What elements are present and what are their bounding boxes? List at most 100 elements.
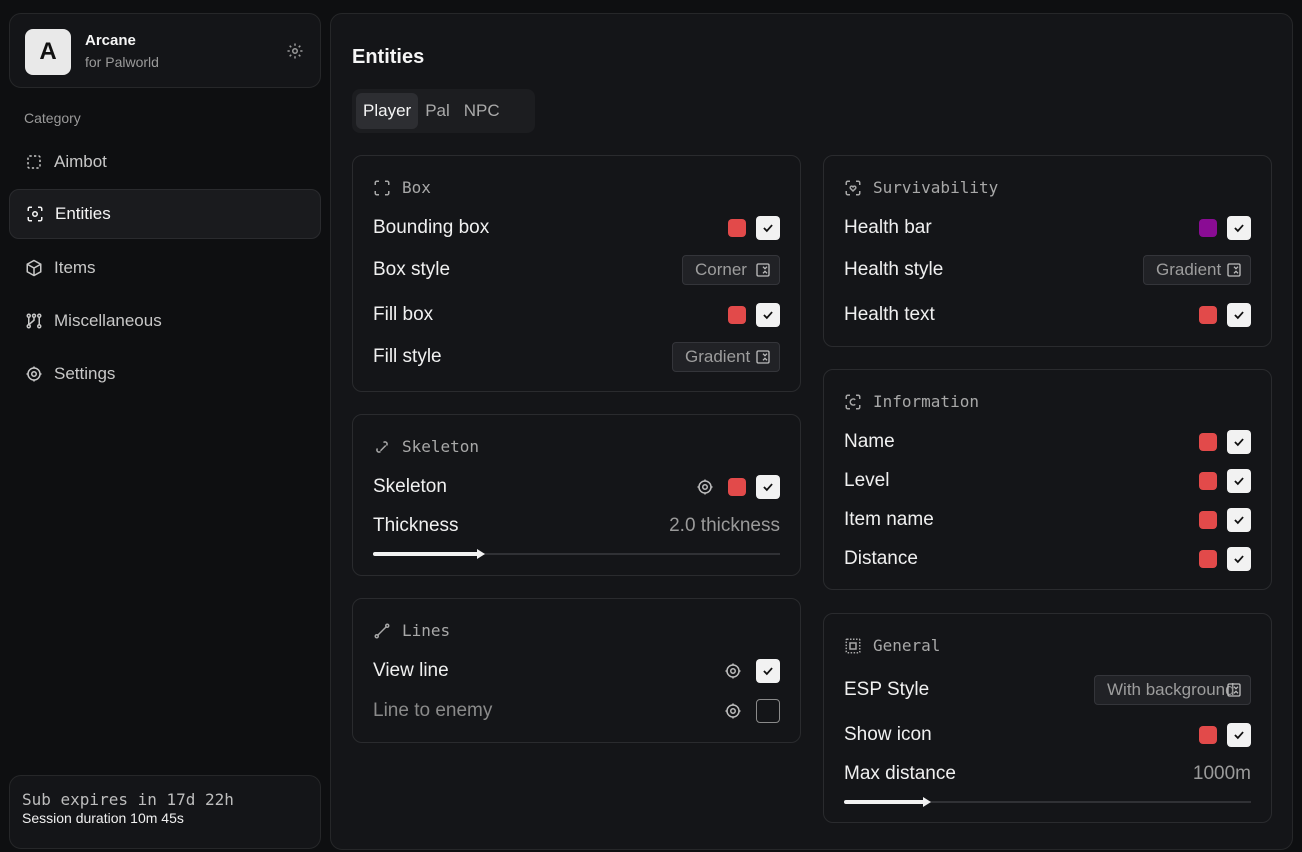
thickness-row: Thickness 2.0 thickness	[373, 512, 780, 540]
max-distance-slider[interactable]	[844, 797, 1251, 807]
color-swatch[interactable]	[1199, 550, 1217, 568]
color-swatch[interactable]	[1199, 433, 1217, 451]
row-label: Box style	[373, 259, 451, 280]
tab-npc[interactable]: NPC	[457, 93, 507, 129]
check-icon	[1234, 311, 1244, 320]
survivability-card: Survivability Health bar Health style Gr…	[823, 155, 1272, 347]
lines-card: Lines View line Line to enemy	[352, 598, 801, 743]
level-checkbox[interactable]	[1227, 469, 1251, 493]
slider-fill	[373, 552, 479, 556]
row-label: Line to enemy	[373, 700, 493, 721]
row-label: Level	[844, 470, 890, 491]
bounding-box-row: Bounding box	[373, 214, 780, 242]
health-style-select[interactable]: Gradient	[1143, 255, 1251, 285]
subscription-status: Sub expires in 17d 22h	[22, 790, 234, 809]
name-checkbox[interactable]	[1227, 430, 1251, 454]
distance-checkbox[interactable]	[1227, 547, 1251, 571]
sidebar-item-items[interactable]: Items	[9, 243, 321, 293]
card-title: Survivability	[844, 178, 998, 197]
gear-icon[interactable]	[724, 662, 742, 680]
sidebar-item-aimbot[interactable]: Aimbot	[9, 137, 321, 187]
box-cube-icon	[26, 259, 42, 277]
card-title: Box	[373, 178, 431, 197]
health-style-row: Health style Gradient	[844, 255, 1251, 285]
box-card: Box Bounding box Box style Corner Fill b…	[352, 155, 801, 392]
color-swatch[interactable]	[728, 306, 746, 324]
session-duration: Session duration 10m 45s	[22, 810, 184, 826]
skeleton-card: Skeleton Skeleton Thickness 2.0 thicknes…	[352, 414, 801, 576]
row-label: Health bar	[844, 217, 932, 238]
sidebar-item-settings[interactable]: Settings	[9, 349, 321, 399]
color-swatch[interactable]	[728, 219, 746, 237]
color-swatch[interactable]	[1199, 511, 1217, 529]
box-style-select[interactable]: Corner	[682, 255, 780, 285]
entities-scan-icon	[27, 206, 43, 222]
view-line-checkbox[interactable]	[756, 659, 780, 683]
skeleton-checkbox[interactable]	[756, 475, 780, 499]
line-to-enemy-row: Line to enemy	[373, 697, 780, 725]
color-swatch[interactable]	[1199, 306, 1217, 324]
app-logo: A	[25, 29, 71, 75]
category-label: Category	[24, 110, 81, 126]
general-card: General ESP Style With background Show i…	[823, 613, 1272, 823]
item-name-row: Item name	[844, 506, 1251, 534]
show-icon-checkbox[interactable]	[1227, 723, 1251, 747]
tab-player[interactable]: Player	[356, 93, 419, 129]
app-name: Arcane	[85, 32, 136, 49]
fill-style-select[interactable]: Gradient	[672, 342, 780, 372]
select-arrows-icon	[756, 350, 770, 364]
select-arrows-icon	[756, 263, 770, 277]
fill-box-checkbox[interactable]	[756, 303, 780, 327]
row-label: Thickness	[373, 515, 459, 536]
sidebar-item-miscellaneous[interactable]: Miscellaneous	[9, 296, 321, 346]
health-text-checkbox[interactable]	[1227, 303, 1251, 327]
health-bar-checkbox[interactable]	[1227, 216, 1251, 240]
check-icon	[763, 483, 773, 492]
nodes-icon	[26, 313, 42, 329]
sidebar-item-entities[interactable]: Entities	[9, 189, 321, 239]
color-swatch[interactable]	[1199, 472, 1217, 490]
sidebar-item-label: Items	[54, 258, 96, 277]
app-subtitle: for Palworld	[85, 54, 159, 70]
slider-thumb[interactable]	[923, 797, 931, 807]
row-label: Fill box	[373, 304, 434, 325]
check-icon	[1234, 438, 1244, 447]
check-icon	[1234, 555, 1244, 564]
color-swatch[interactable]	[728, 478, 746, 496]
fill-box-row: Fill box	[373, 301, 780, 329]
item-name-checkbox[interactable]	[1227, 508, 1251, 532]
sidebar-item-label: Settings	[54, 364, 116, 383]
check-icon	[1234, 477, 1244, 486]
esp-style-select[interactable]: With background	[1094, 675, 1251, 705]
aimbot-dashed-square-icon	[27, 155, 41, 169]
thickness-slider[interactable]	[373, 549, 780, 559]
line-to-enemy-checkbox[interactable]	[756, 699, 780, 723]
slider-thumb[interactable]	[477, 549, 485, 559]
info-scan-icon	[845, 394, 861, 409]
color-swatch[interactable]	[1199, 726, 1217, 744]
gear-icon[interactable]	[696, 478, 714, 496]
card-title: Information	[844, 392, 979, 411]
check-icon	[763, 667, 773, 676]
sidebar-item-label: Entities	[55, 204, 111, 223]
check-icon	[763, 311, 773, 320]
show-icon-row: Show icon	[844, 721, 1251, 749]
tab-pal[interactable]: Pal	[418, 93, 457, 129]
esp-style-row: ESP Style With background	[844, 675, 1251, 705]
main-panel: Entities Player Pal NPC Box Bounding box…	[330, 13, 1293, 850]
row-label: Item name	[844, 509, 934, 530]
name-row: Name	[844, 428, 1251, 456]
health-text-row: Health text	[844, 301, 1251, 329]
card-title: Lines	[373, 621, 450, 640]
gear-icon[interactable]	[286, 42, 304, 60]
row-label: Health style	[844, 259, 944, 280]
line-icon	[374, 623, 390, 638]
row-label: Skeleton	[373, 476, 447, 497]
color-swatch[interactable]	[1199, 219, 1217, 237]
gear-icon[interactable]	[724, 702, 742, 720]
slider-fill	[844, 800, 925, 804]
skeleton-row: Skeleton	[373, 473, 780, 501]
entity-tabs: Player Pal NPC	[352, 89, 535, 133]
bounding-box-checkbox[interactable]	[756, 216, 780, 240]
view-line-row: View line	[373, 657, 780, 685]
